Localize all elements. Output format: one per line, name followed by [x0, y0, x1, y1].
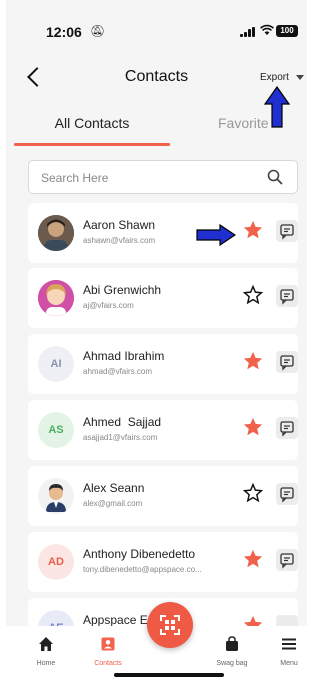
- message-button[interactable]: [276, 549, 298, 571]
- contact-name: Ahmed Sajjad: [83, 415, 162, 429]
- avatar: [38, 280, 74, 316]
- export-button[interactable]: Export: [260, 72, 289, 83]
- home-indicator: [114, 673, 224, 677]
- contact-row[interactable]: Alex Seann alex@gmail.com: [28, 466, 298, 526]
- star-filled-icon[interactable]: [242, 548, 264, 570]
- search-icon[interactable]: [267, 169, 283, 185]
- chat-icon: [280, 355, 294, 371]
- message-button[interactable]: [276, 220, 298, 242]
- avatar: [38, 478, 74, 514]
- status-bar: 12:06 🔕︎ 100: [6, 0, 307, 56]
- battery-icon: 100: [276, 25, 298, 37]
- nav-label: Swag bag: [216, 660, 248, 667]
- contact-email: tony.dibenedetto@appspace.co...: [83, 565, 202, 574]
- nav-contacts[interactable]: Contacts: [86, 636, 130, 667]
- wifi-icon: [260, 24, 274, 39]
- annotation-arrow-right-icon: [196, 224, 236, 246]
- chat-icon: [280, 421, 294, 437]
- contact-row[interactable]: Aaron Shawn ashawn@vfairs.com: [28, 203, 298, 263]
- star-filled-icon[interactable]: [242, 350, 264, 372]
- contact-email: ahmad@vfairs.com: [83, 367, 153, 376]
- search-placeholder: Search Here: [41, 171, 109, 185]
- qr-scan-button[interactable]: [147, 602, 193, 648]
- message-button[interactable]: [276, 417, 298, 439]
- contact-name: Abi Grenwichh: [83, 283, 162, 297]
- message-button[interactable]: [276, 483, 298, 505]
- qr-code-icon: [160, 615, 180, 635]
- tab-all-contacts[interactable]: All Contacts: [14, 104, 170, 148]
- contact-name: Alex Seann: [83, 481, 145, 495]
- contacts-screen: 12:06 🔕︎ 100 Contacts Export All Contact…: [6, 0, 307, 678]
- message-button[interactable]: [276, 351, 298, 373]
- chat-icon: [280, 553, 294, 569]
- contact-email: alex@gmail.com: [83, 499, 143, 508]
- contact-email: ashawn@vfairs.com: [83, 236, 156, 245]
- avatar: AS: [38, 412, 74, 448]
- contact-email: aj@vfairs.com: [83, 301, 134, 310]
- nav-label: Contacts: [94, 660, 122, 667]
- status-time: 12:06: [46, 24, 82, 40]
- avatar: AD: [38, 544, 74, 580]
- nav-home[interactable]: Home: [24, 636, 68, 667]
- nav-label: Home: [36, 660, 56, 667]
- contacts-icon: [101, 637, 115, 651]
- chevron-down-icon[interactable]: [296, 75, 304, 80]
- nav-menu[interactable]: Menu: [274, 636, 304, 667]
- contact-name: Aaron Shawn: [83, 218, 156, 232]
- contact-email: asajjad1@vfairs.com: [83, 433, 158, 442]
- nav-label: Menu: [280, 660, 298, 667]
- home-icon: [39, 637, 53, 651]
- contact-row[interactable]: AS Ahmed Sajjad asajjad1@vfairs.com: [28, 400, 298, 460]
- star-filled-icon[interactable]: [242, 416, 264, 438]
- search-input[interactable]: Search Here: [28, 160, 298, 194]
- chat-icon: [280, 289, 294, 305]
- star-outline-icon[interactable]: [242, 284, 264, 306]
- contact-row[interactable]: AD Anthony Dibenedetto tony.dibenedetto@…: [28, 532, 298, 592]
- app-header: Contacts Export: [6, 60, 307, 96]
- bell-muted-icon: 🔕︎: [90, 24, 106, 38]
- avatar: AI: [38, 346, 74, 382]
- chat-icon: [280, 224, 294, 240]
- bag-icon: [226, 636, 238, 651]
- contact-row[interactable]: AI Ahmad Ibrahim ahmad@vfairs.com: [28, 334, 298, 394]
- nav-swag-bag[interactable]: Swag bag: [210, 636, 254, 667]
- contact-name: Anthony Dibenedetto: [83, 547, 196, 561]
- signal-icon: [240, 27, 256, 37]
- menu-icon: [282, 638, 296, 650]
- star-filled-icon[interactable]: [242, 219, 264, 241]
- avatar: [38, 215, 74, 251]
- contacts-tabs: All Contacts Favorite: [6, 104, 307, 148]
- star-outline-icon[interactable]: [242, 482, 264, 504]
- chat-icon: [280, 487, 294, 503]
- tab-favorites[interactable]: Favorite: [196, 104, 307, 148]
- message-button[interactable]: [276, 285, 298, 307]
- contact-row[interactable]: Abi Grenwichh aj@vfairs.com: [28, 268, 298, 328]
- contact-name: Ahmad Ibrahim: [83, 349, 165, 363]
